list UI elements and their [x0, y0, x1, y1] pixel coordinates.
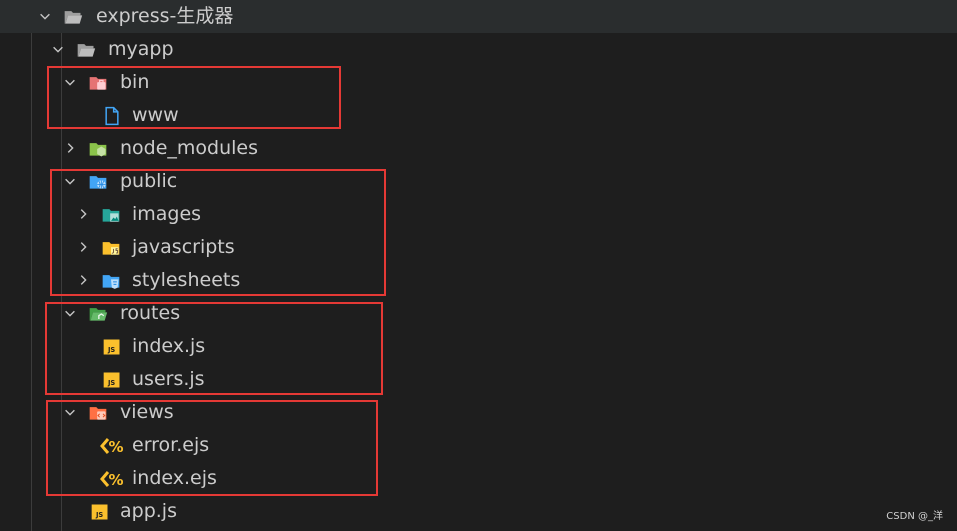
- svg-text:JS: JS: [95, 511, 103, 519]
- tree-folder-express[interactable]: express-生成器: [0, 0, 957, 33]
- tree-item-label: express-生成器: [96, 5, 234, 27]
- folder-views-icon: [88, 403, 108, 423]
- tree-file-index-ejs[interactable]: % index.ejs: [0, 462, 957, 495]
- tree-file-error-ejs[interactable]: % error.ejs: [0, 429, 957, 462]
- folder-css-icon: [101, 271, 121, 291]
- chevron-down-icon: [63, 75, 77, 89]
- tree-folder-myapp[interactable]: myapp: [0, 33, 957, 66]
- tree-item-label: views: [120, 401, 174, 423]
- tree-folder-views[interactable]: views: [0, 396, 957, 429]
- svg-text:JS: JS: [107, 346, 115, 354]
- tree-item-label: javascripts: [132, 236, 235, 258]
- watermark: CSDN @_洋: [886, 511, 943, 522]
- chevron-down-icon: [63, 174, 77, 188]
- tree-item-label: myapp: [108, 38, 174, 60]
- chevron-down-icon: [51, 42, 65, 56]
- tree-file-app-js[interactable]: JS app.js: [0, 495, 957, 528]
- folder-public-icon: [88, 172, 108, 192]
- svg-text:JS: JS: [107, 379, 115, 387]
- chevron-right-icon: [76, 240, 90, 254]
- tree-item-label: error.ejs: [132, 434, 210, 456]
- tree-folder-images[interactable]: images: [0, 198, 957, 231]
- chevron-right-icon: [63, 141, 77, 155]
- tree-file-index-js[interactable]: JS index.js: [0, 330, 957, 363]
- tree-folder-javascripts[interactable]: javascripts: [0, 231, 957, 264]
- chevron-down-icon: [63, 405, 77, 419]
- tree-item-label: index.js: [132, 335, 206, 357]
- chevron-right-icon: [76, 273, 90, 287]
- file-icon: [102, 106, 122, 126]
- chevron-down-icon: [63, 306, 77, 320]
- tree-item-label: stylesheets: [132, 269, 241, 291]
- tree-folder-node-modules[interactable]: node_modules: [0, 132, 957, 165]
- tree-folder-routes[interactable]: routes: [0, 297, 957, 330]
- javascript-file-icon: JS: [102, 337, 122, 357]
- chevron-down-icon: [38, 9, 52, 23]
- folder-bin-icon: [88, 73, 108, 93]
- tree-folder-bin[interactable]: bin: [0, 66, 957, 99]
- svg-text:%: %: [108, 438, 123, 456]
- folder-javascript-icon: [101, 238, 121, 258]
- chevron-right-icon: [76, 207, 90, 221]
- ejs-file-icon: %: [100, 469, 124, 489]
- tree-item-label: routes: [120, 302, 181, 324]
- folder-node-icon: [88, 139, 108, 159]
- folder-open-icon: [76, 40, 96, 60]
- tree-item-label: public: [120, 170, 178, 192]
- tree-folder-public[interactable]: public: [0, 165, 957, 198]
- javascript-file-icon: JS: [102, 370, 122, 390]
- tree-item-label: app.js: [120, 500, 177, 522]
- tree-file-www[interactable]: www: [0, 99, 957, 132]
- tree-item-label: images: [132, 203, 202, 225]
- folder-routes-icon: [88, 304, 108, 324]
- tree-item-label: users.js: [132, 368, 205, 390]
- svg-text:%: %: [108, 471, 123, 489]
- ejs-file-icon: %: [100, 436, 124, 456]
- folder-images-icon: [101, 205, 121, 225]
- javascript-file-icon: JS: [90, 502, 110, 522]
- tree-file-users-js[interactable]: JS users.js: [0, 363, 957, 396]
- tree-folder-stylesheets[interactable]: stylesheets: [0, 264, 957, 297]
- tree-item-label: index.ejs: [132, 467, 217, 489]
- tree-item-label: node_modules: [120, 137, 259, 159]
- folder-open-icon: [63, 7, 83, 27]
- tree-item-label: bin: [120, 71, 150, 93]
- tree-item-label: www: [132, 104, 179, 126]
